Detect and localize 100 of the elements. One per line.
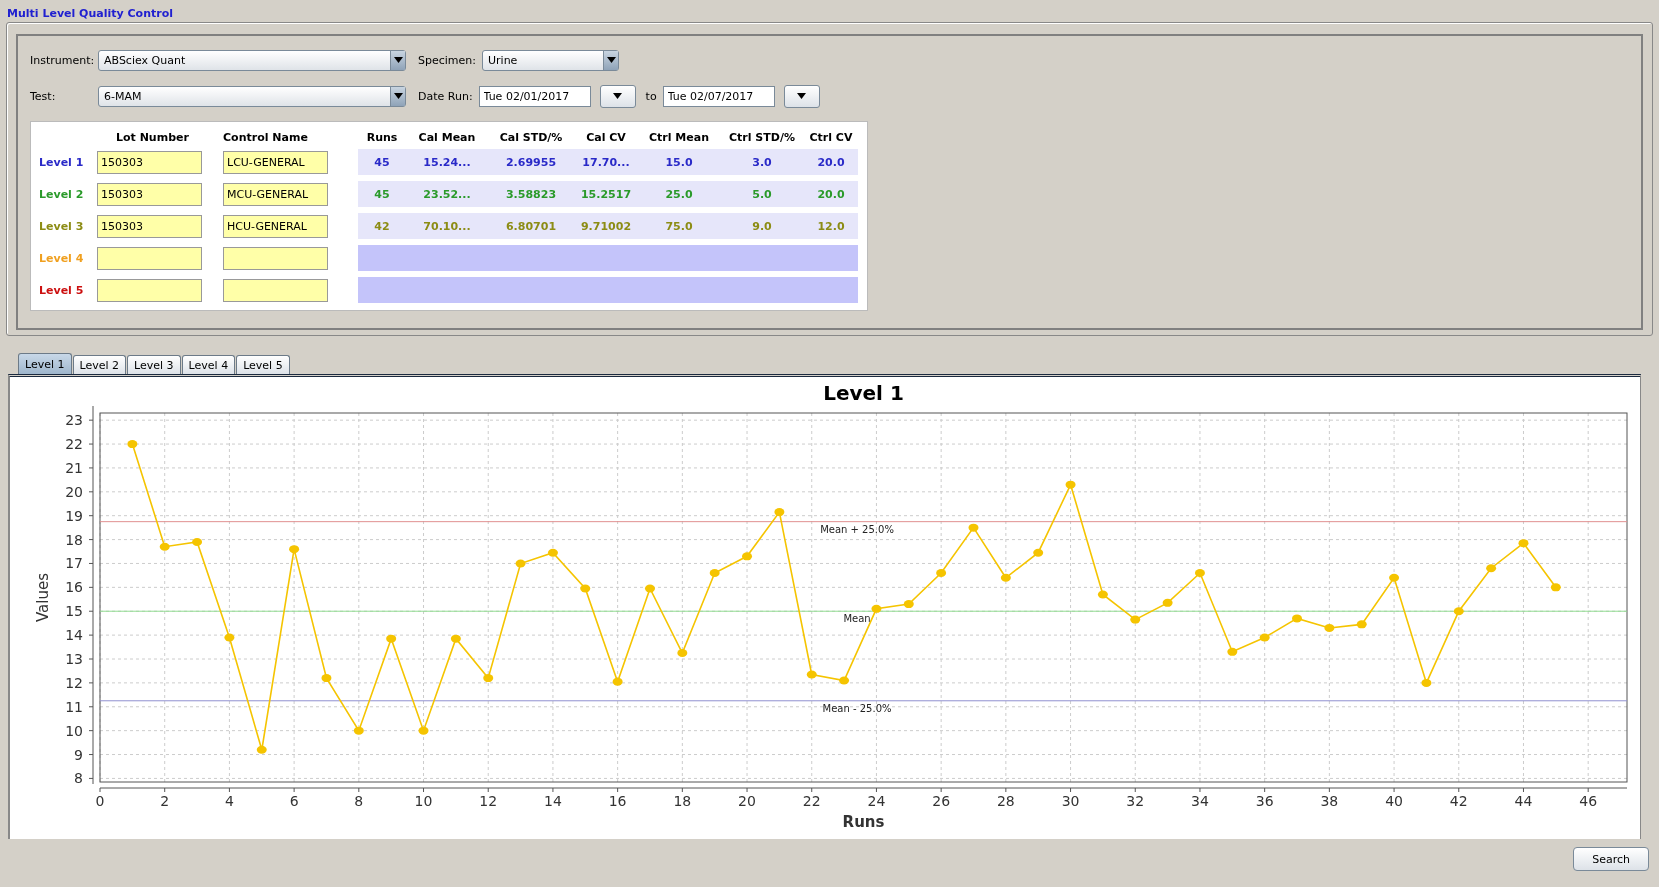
tab[interactable]: Level 2 [72,355,127,374]
tick-label: 42 [1449,793,1468,809]
table-cell-text: 17.70... [581,155,631,169]
data-point [806,670,817,679]
lot-number-field[interactable]: 150303 [97,150,202,174]
caret-icon [797,93,807,99]
reference-label: Mean + 25.0% [820,523,894,535]
table-cell-text: 20.0 [816,155,846,169]
tick-label: 18 [65,531,83,548]
data-point [515,559,526,568]
data-point [677,649,688,658]
axis-title: Runs [842,813,885,831]
data-point [742,552,753,561]
table-cell-text: 12.0 [816,219,846,233]
table-cell-text: 15.0 [664,155,694,169]
data-point [289,545,300,554]
column-header: Ctrl STD/% [728,130,796,144]
tick-label: 10 [65,722,83,739]
window-title: Multi Level Quality Control [6,6,174,22]
lot-number-field[interactable]: 150303 [97,182,202,206]
field-label: Instrument: [30,53,96,67]
tick-label: 12 [479,793,498,809]
lot-number-field[interactable]: 150303 [97,214,202,238]
data-point [1486,564,1497,573]
table-cell-text: 15.2517 [579,187,633,201]
tick-label: 20 [65,483,83,500]
axis-title: Values [34,573,52,622]
data-point [1065,480,1076,489]
tick-label: 11 [65,698,83,715]
data-point [450,634,461,643]
control-name-field[interactable] [223,278,328,302]
table-cell-text: 45 [373,155,391,169]
control-name-field[interactable] [223,246,328,270]
tick-label: 17 [65,555,83,572]
level-label: Level 3 [38,219,85,233]
column-header: Runs [365,130,399,144]
column-header: Ctrl Mean [648,130,710,144]
data-point [1000,573,1011,582]
dropdown[interactable]: ABSciex Quant [98,49,406,71]
data-point [580,584,591,593]
data-point [1324,623,1335,632]
data-point [547,548,558,557]
tick-label: 40 [1385,793,1403,809]
reference-label: Mean - 25.0% [822,702,892,714]
tick-label: 34 [1191,793,1209,809]
date-dropdown-button[interactable] [599,84,636,108]
data-point [774,508,785,517]
data-point [1421,678,1432,687]
date-dropdown-button[interactable] [783,84,820,108]
tab[interactable]: Level 3 [127,355,181,374]
table-cell-text: 20.0 [816,187,846,201]
data-point [321,674,332,683]
data-point [418,726,429,735]
field-label: Test: [30,89,57,103]
tick-label: 21 [65,459,83,476]
tab[interactable]: Level 1 [18,353,72,374]
tick-label: 9 [74,746,83,763]
data-point [871,604,882,613]
tick-label: 2 [160,793,170,809]
level-label: Level 4 [38,251,85,265]
caret-icon [393,93,403,99]
data-point [1033,548,1044,557]
level-label: Level 1 [38,155,85,169]
date-field[interactable]: Tue 02/01/2017 [478,85,591,107]
caret-icon [393,57,403,63]
data-point [612,677,623,686]
level-label: Level 2 [38,187,85,201]
control-name-field[interactable]: MCU-GENERAL [223,182,328,206]
data-point [483,674,494,683]
table-cell-text: 70.10... [422,219,472,233]
table-cell-text: 42 [373,219,391,233]
tab[interactable]: Level 4 [181,355,236,374]
control-name-field[interactable]: LCU-GENERAL [223,150,328,174]
data-point [127,440,138,449]
tab[interactable]: Level 5 [236,355,290,374]
tick-label: 6 [289,793,299,809]
tick-label: 20 [738,793,756,809]
level-label: Level 5 [38,283,85,297]
dropdown[interactable]: 6-MAM [98,85,406,107]
table-cell-text: 6.80701 [504,219,558,233]
lot-number-field[interactable] [97,278,202,302]
table-cell-text: 2.69955 [504,155,558,169]
data-point [645,584,655,593]
table-cell-text: 23.52... [422,187,472,201]
data-point [1453,607,1464,616]
lot-number-field[interactable] [97,246,202,270]
data-point [839,676,850,685]
dropdown[interactable]: Urine [482,49,619,71]
search-button[interactable]: Search [1573,847,1649,871]
tick-label: 24 [867,793,886,809]
date-field[interactable]: Tue 02/07/2017 [662,85,775,107]
table-cell-text: 3.58823 [504,187,558,201]
tick-label: 18 [673,793,692,809]
tick-label: 22 [802,793,821,809]
data-point [1259,633,1270,642]
control-name-field[interactable]: HCU-GENERAL [223,214,328,238]
data-point [903,600,914,609]
caret-icon [613,93,623,99]
data-point [1389,573,1400,582]
tick-label: 23 [65,412,83,429]
